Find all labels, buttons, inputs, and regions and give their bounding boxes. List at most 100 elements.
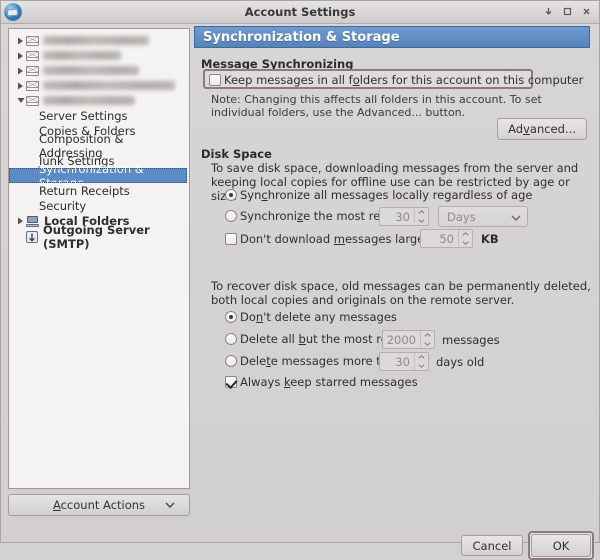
dont-delete-label: Don't delete any messages: [240, 310, 397, 324]
sidebar-item-label: Server Settings: [39, 108, 128, 123]
spinner-value[interactable]: 30: [380, 353, 414, 370]
checkbox-box[interactable]: [209, 74, 221, 86]
mail-account-icon: [26, 95, 39, 106]
cancel-button-label: Cancel: [472, 538, 512, 553]
spinner-value[interactable]: 50: [421, 230, 458, 247]
cancel-button[interactable]: Cancel: [461, 535, 523, 556]
checkbox-box[interactable]: [225, 233, 237, 245]
account-name-redacted: [43, 81, 175, 90]
thunderbird-globe-icon: [4, 3, 22, 21]
accounts-tree-panel[interactable]: Server Settings Copies & Folders Composi…: [8, 28, 190, 489]
advanced-button-label: Advanced...: [508, 122, 576, 136]
account-actions-label: Account Actions: [52, 498, 146, 512]
delete-older-radio[interactable]: Delete messages more than: [225, 354, 402, 368]
spinner-arrows[interactable]: [420, 331, 434, 348]
spinner-up-icon[interactable]: [459, 230, 472, 239]
delete-all-but-value-spinner[interactable]: 2000: [382, 330, 435, 349]
account-settings-window: Account Settings Server Settings Copies …: [0, 0, 600, 560]
radio-dot[interactable]: [225, 210, 237, 222]
sync-all-radio[interactable]: Synchronize all messages locally regardl…: [225, 188, 532, 202]
delete-older-value-spinner[interactable]: 30: [379, 352, 429, 371]
sidebar-item-security[interactable]: Security: [9, 198, 189, 213]
accounts-tree: Server Settings Copies & Folders Composi…: [9, 29, 189, 251]
minimize-icon[interactable]: [540, 3, 557, 20]
settings-pane: Synchronization & Storage Message Synchr…: [193, 23, 600, 544]
tree-account-row[interactable]: [9, 78, 189, 93]
dont-delete-radio[interactable]: Don't delete any messages: [225, 310, 397, 324]
tree-account-row-expanded[interactable]: [9, 93, 189, 108]
account-name-redacted: [43, 36, 149, 45]
expand-triangle-icon[interactable]: [15, 67, 26, 75]
collapse-triangle-icon[interactable]: [15, 97, 26, 104]
computer-icon: [26, 215, 39, 227]
recover-description: To recover disk space, old messages can …: [211, 279, 591, 307]
checkbox-box[interactable]: [225, 376, 237, 388]
close-icon[interactable]: [578, 3, 595, 20]
spinner-up-icon[interactable]: [415, 353, 428, 362]
mail-account-icon: [26, 80, 39, 91]
account-name-redacted: [43, 51, 121, 60]
keep-messages-checkbox[interactable]: Keep messages in all folders for this ac…: [209, 73, 583, 87]
radio-dot[interactable]: [225, 189, 237, 201]
radio-dot[interactable]: [225, 333, 237, 345]
disk-space-heading: Disk Space: [201, 147, 272, 161]
dropdown-value: Days: [447, 209, 476, 224]
expand-triangle-icon[interactable]: [15, 52, 26, 60]
keep-starred-checkbox[interactable]: Always keep starred messages: [225, 375, 418, 389]
advanced-button[interactable]: Advanced...: [497, 118, 587, 140]
spinner-down-icon[interactable]: [421, 340, 434, 349]
sync-recent-value-spinner[interactable]: 30: [379, 207, 429, 226]
keep-starred-label: Always keep starred messages: [240, 375, 418, 389]
window-title: Account Settings: [244, 5, 356, 19]
tree-account-row[interactable]: [9, 33, 189, 48]
max-size-unit-label: KB: [481, 232, 499, 246]
sync-all-label: Synchronize all messages locally regardl…: [240, 188, 533, 202]
max-size-value-spinner[interactable]: 50: [420, 229, 473, 248]
mail-account-icon: [26, 50, 39, 61]
spinner-value[interactable]: 30: [380, 208, 414, 225]
spinner-arrows[interactable]: [458, 230, 472, 247]
ok-button[interactable]: OK: [531, 534, 591, 557]
delete-all-but-suffix: messages: [442, 333, 500, 347]
spinner-arrows[interactable]: [414, 353, 428, 370]
sidebar-item-label: Security: [39, 198, 87, 213]
ok-button-label: OK: [552, 538, 570, 553]
spinner-down-icon[interactable]: [415, 217, 428, 226]
sidebar-item-label: Outgoing Server (SMTP): [43, 223, 150, 251]
radio-dot[interactable]: [225, 355, 237, 367]
spinner-up-icon[interactable]: [415, 208, 428, 217]
spinner-down-icon[interactable]: [459, 239, 472, 248]
window-controls: [540, 3, 595, 20]
sidebar-item-outgoing-server[interactable]: Outgoing Server (SMTP): [9, 223, 189, 251]
sidebar-item-server-settings[interactable]: Server Settings: [9, 108, 189, 123]
mail-account-icon: [26, 65, 39, 76]
chevron-down-icon: [511, 210, 521, 224]
keep-messages-label: Keep messages in all folders for this ac…: [224, 73, 584, 87]
spinner-up-icon[interactable]: [421, 331, 434, 340]
sidebar-item-composition-addressing[interactable]: Composition & Addressing: [9, 132, 189, 160]
account-name-redacted: [43, 96, 135, 105]
sync-recent-unit-dropdown[interactable]: Days: [438, 206, 528, 227]
expand-triangle-icon[interactable]: [15, 217, 26, 225]
account-actions-button[interactable]: Account Actions: [8, 494, 190, 516]
chevron-down-icon: [165, 502, 175, 508]
expand-triangle-icon[interactable]: [15, 82, 26, 90]
page-title: Synchronization & Storage: [194, 26, 590, 48]
smtp-arrow-icon: [26, 231, 38, 243]
maximize-icon[interactable]: [559, 3, 576, 20]
delete-older-label: Delete messages more than: [240, 354, 403, 368]
account-name-redacted: [43, 66, 139, 75]
sidebar-item-label: Return Receipts: [39, 183, 130, 198]
tree-account-row[interactable]: [9, 63, 189, 78]
mail-account-icon: [26, 35, 39, 46]
spinner-arrows[interactable]: [414, 208, 428, 225]
spinner-value[interactable]: 2000: [383, 331, 420, 348]
title-bar: Account Settings: [1, 1, 599, 24]
radio-dot[interactable]: [225, 311, 237, 323]
delete-older-suffix: days old: [436, 355, 485, 369]
expand-triangle-icon[interactable]: [15, 37, 26, 45]
tree-account-row[interactable]: [9, 48, 189, 63]
sidebar-item-synchronization-storage[interactable]: Synchronization & Storage: [9, 162, 187, 190]
sync-note-text: Note: Changing this affects all folders …: [211, 93, 542, 119]
spinner-down-icon[interactable]: [415, 362, 428, 371]
